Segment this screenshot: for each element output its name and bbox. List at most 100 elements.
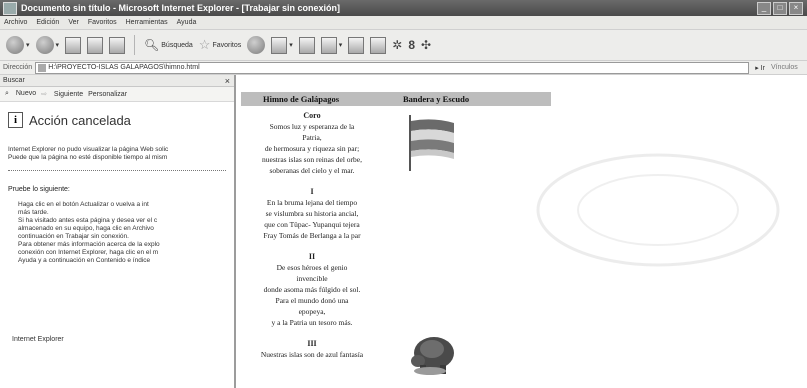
discuss-icon [348,36,365,54]
stanza-title: II [308,252,316,261]
error-description: Internet Explorer no pudo visualizar la … [8,146,169,161]
history-button[interactable] [247,36,266,54]
stop-icon [65,36,82,54]
error-title: Acción cancelada [29,112,131,128]
research-button[interactable] [370,36,387,54]
back-arrow-icon [6,36,24,54]
verse-line: y a la Patria un tesoro más. [271,318,353,327]
close-sidebar-icon[interactable]: × [225,76,230,86]
window-title: Documento sin título - Microsoft Interne… [21,3,341,13]
verse-line: De esos héroes el genio [276,263,348,272]
verse-line: epopeya, [298,307,326,316]
verse-line: donde asoma más fúlgido el sol. [263,285,361,294]
stop-button[interactable] [65,36,82,54]
list-item: Haga clic en el botón Actualizar o vuelv… [18,201,226,209]
minimize-button[interactable]: _ [757,2,771,15]
document-area: Himno de Galápagos Bandera y Escudo Coro… [238,75,807,388]
tools-button[interactable]: ✣ [421,38,431,52]
customize-button[interactable]: Personalizar [88,91,127,98]
sidebar-title: Buscar [3,77,25,84]
list-item: Para obtener más información acerca de l… [18,241,226,249]
refresh-button[interactable] [87,36,104,54]
close-button[interactable]: × [789,2,803,15]
verse-line: nuestras islas son reinas del orbe, [262,155,362,164]
maximize-button[interactable]: □ [773,2,787,15]
star-icon: ☆ [198,37,211,52]
discuss-button[interactable] [348,36,365,54]
list-item-continuation: conexión con Internet Explorer, haga cli… [18,249,159,256]
flag-column-header: Bandera y Escudo [403,94,470,104]
sidebar-header: Buscar × [0,75,234,87]
address-bar: Dirección H:\PROYECTO-ISLAS GALAPAGOS\hi… [0,61,807,75]
messenger-icon: ✲ [392,38,403,52]
favorites-button[interactable]: ☆ Favoritos [199,37,241,53]
verse-line: de hermosura y riqueza sin par; [264,144,360,153]
research-icon [370,36,387,54]
address-label: Dirección [3,64,33,71]
back-button[interactable]: ▾ [6,36,30,54]
verse-line: Nuestras islas son de azul fantasía [260,350,364,359]
menu-bar: Archivo Edición Ver Favoritos Herramient… [0,16,807,30]
menu-favoritos[interactable]: Favoritos [88,19,117,26]
verse-line: invencible [296,274,328,283]
menu-ver[interactable]: Ver [68,19,79,26]
verse-line: Para el mundo donó una [275,296,349,305]
stanza-title: III [307,339,317,348]
address-input[interactable]: H:\PROYECTO-ISLAS GALAPAGOS\himno.html [35,61,750,74]
title-bar: Documento sin título - Microsoft Interne… [0,0,807,16]
go-button[interactable]: ▸ Ir [755,64,765,72]
mail-icon [271,36,288,54]
anthem-column-header: Himno de Galápagos [263,94,340,104]
verse-line: Fray Tomás de Berlanga a la par [263,231,361,240]
print-icon [298,36,315,54]
edit-icon [320,36,337,54]
search-sidebar: Buscar × ⌕ Nuevo ⇨ Siguiente Personaliza… [0,75,236,388]
list-item-continuation: más tarde. [18,209,49,216]
table-header: Himno de Galápagos Bandera y Escudo [241,92,551,106]
error-header: i Acción cancelada [8,112,226,128]
addon-icon: 8 [408,38,416,52]
next-button[interactable]: ⇨ Siguiente [41,90,83,98]
new-search-button[interactable]: ⌕ Nuevo [5,90,36,98]
edit-button[interactable]: ▾ [320,36,342,54]
print-button[interactable] [298,36,315,54]
history-icon [247,36,266,54]
list-item: Si ha visitado antes esta página y desea… [18,217,226,225]
sidebar-footer: Internet Explorer [12,336,64,343]
verse-line: se vislumbra su historia ancial, [265,209,359,218]
addon-button[interactable]: 8 [408,38,415,52]
verse-line: Patria, [302,133,322,142]
verse-line: En la bruma lejana del tiempo [266,198,358,207]
search-button[interactable]: 🔍︎ Búsqueda [144,38,193,52]
forward-button[interactable]: ▾ [35,36,59,54]
menu-ayuda[interactable]: Ayuda [177,19,197,26]
verse-line: que con Tüpac- Yupanqui tejera [264,220,360,229]
forward-arrow-icon [35,36,54,54]
ie-app-icon [3,1,17,15]
anthem-text: Coro Somos luz y esperanza de la Patria,… [244,111,380,360]
home-icon [109,36,126,54]
mail-button[interactable]: ▾ [271,36,293,54]
home-button[interactable] [109,36,126,54]
list-item-continuation: Ayuda y a continuación en Contenido e ín… [18,257,151,264]
sidebar-content: i Acción cancelada Internet Explorer no … [0,102,234,271]
verse-line: soberanas del cielo y el mar. [269,166,355,175]
search-icon: 🔍︎ [144,38,160,52]
suggestion-list: Haga clic en el botón Actualizar o vuelv… [8,201,226,265]
stanza-title: Coro [303,111,321,120]
menu-archivo[interactable]: Archivo [4,19,27,26]
tortoise-image [411,337,454,375]
info-icon: i [8,112,23,128]
refresh-icon [87,36,104,54]
try-label: Pruebe lo siguiente: [8,186,70,193]
stanza-title: I [310,187,314,196]
tools-icon: ✣ [421,38,432,52]
menu-herramientas[interactable]: Herramientas [126,19,168,26]
menu-edicion[interactable]: Edición [36,19,59,26]
page-icon [38,63,47,72]
links-button[interactable]: Vínculos [771,64,798,71]
sidebar-toolbar: ⌕ Nuevo ⇨ Siguiente Personalizar [0,87,234,102]
galapagos-flag-image [409,115,454,171]
messenger-button[interactable]: ✲ [392,38,402,52]
list-item-continuation: almacenado en su equipo, haga clic en Ar… [18,225,154,232]
